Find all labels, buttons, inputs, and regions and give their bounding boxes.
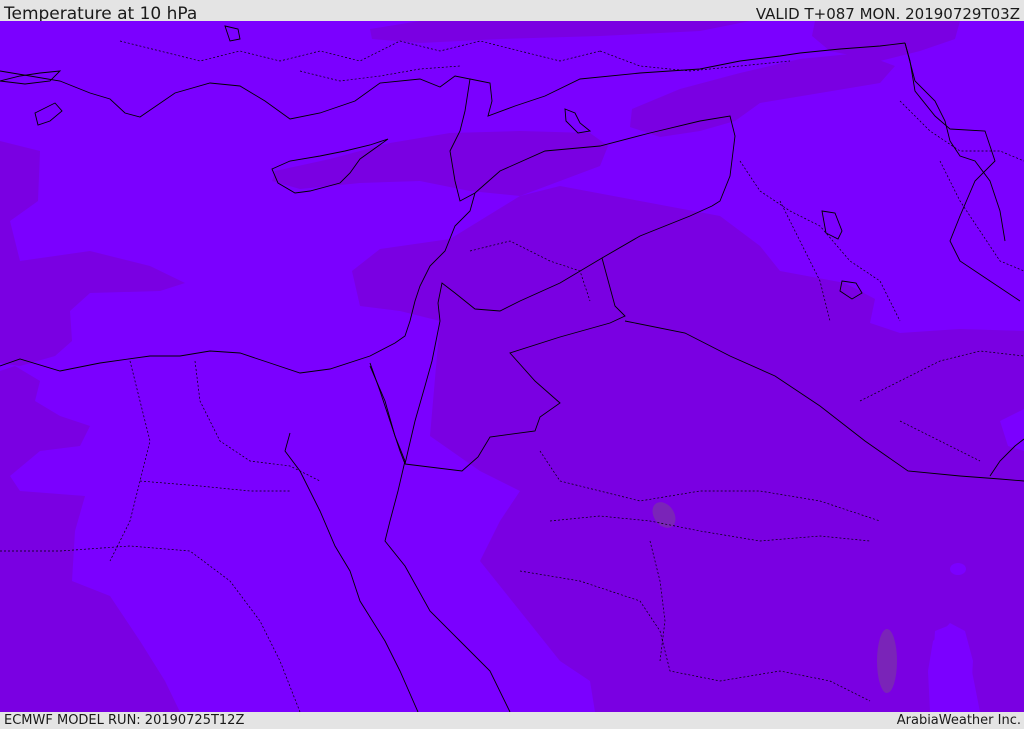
dark-spot-2	[877, 629, 897, 693]
light-band-spot	[950, 563, 966, 575]
map-area	[0, 21, 1024, 712]
header-bar: Temperature at 10 hPa VALID T+087 MON. 2…	[0, 0, 1024, 24]
map-figure: Temperature at 10 hPa VALID T+087 MON. 2…	[0, 0, 1024, 729]
model-run-label: ECMWF MODEL RUN: 20190725T12Z	[4, 713, 245, 728]
footer-bar: ECMWF MODEL RUN: 20190725T12Z ArabiaWeat…	[0, 712, 1024, 729]
map-canvas	[0, 21, 1024, 712]
credit-label: ArabiaWeather Inc.	[896, 713, 1021, 728]
